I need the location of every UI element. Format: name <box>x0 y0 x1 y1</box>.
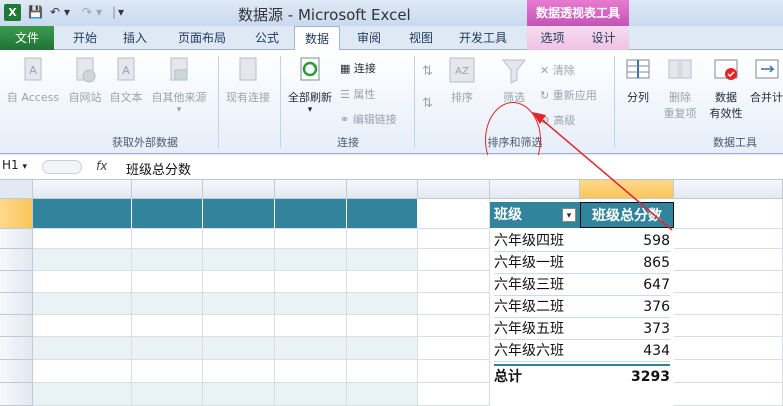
callout-arrow-line <box>539 117 673 231</box>
callout-arrow <box>532 112 673 231</box>
